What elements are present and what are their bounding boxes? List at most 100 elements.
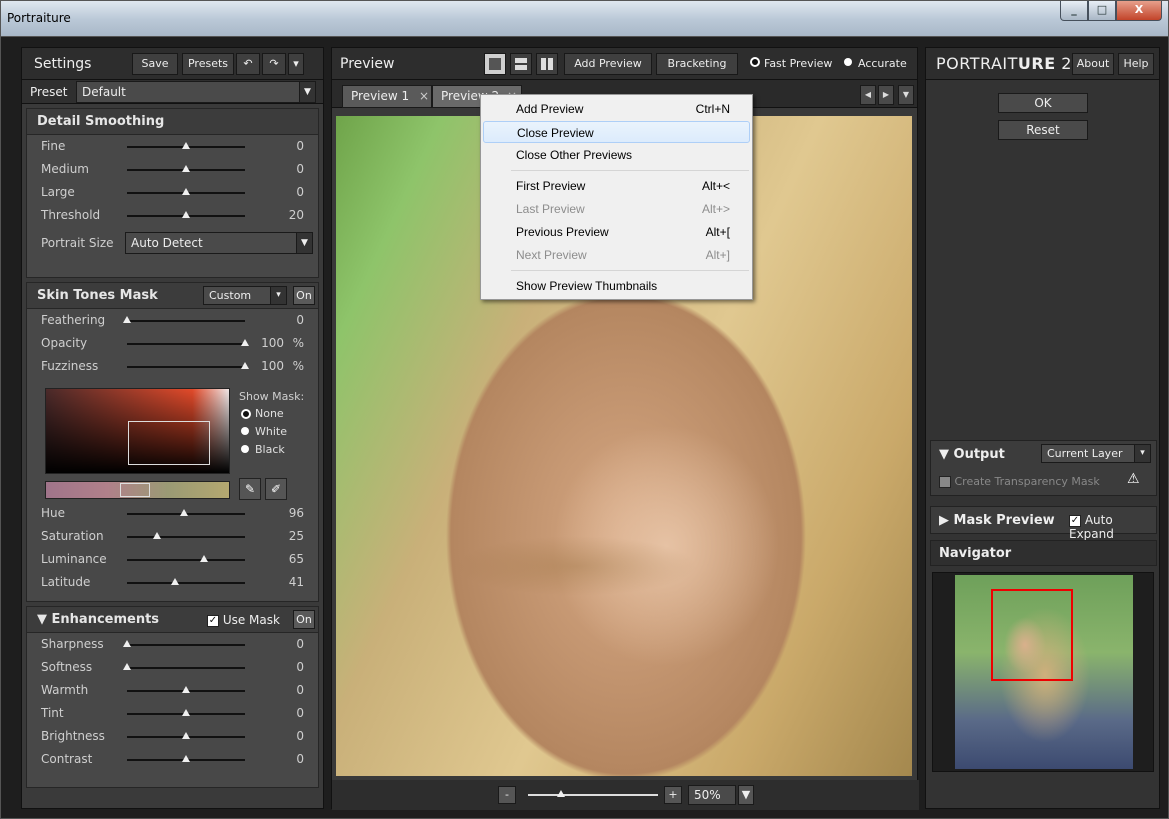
presets-button[interactable]: Presets: [182, 53, 234, 75]
slider-thumb[interactable]: [199, 555, 208, 562]
fast-preview-radio[interactable]: Fast Preview: [750, 57, 832, 70]
menu-item-add-preview[interactable]: Add Preview Ctrl+N: [483, 98, 750, 120]
ok-button[interactable]: OK: [998, 93, 1088, 113]
slider-track[interactable]: [127, 362, 249, 369]
mask-preview-title[interactable]: ▶ Mask Preview: [939, 513, 1055, 528]
slider-value[interactable]: 0: [264, 706, 304, 720]
slider-value[interactable]: 0: [264, 185, 304, 199]
menu-item-previous-preview[interactable]: Previous Preview Alt+[: [483, 221, 750, 243]
slider-thumb[interactable]: [123, 316, 131, 323]
navigator-viewport-rect[interactable]: [991, 589, 1073, 681]
slider-track[interactable]: [127, 755, 245, 762]
slider-value[interactable]: 0: [264, 313, 304, 327]
slider-value[interactable]: 20: [264, 208, 304, 222]
menu-item-first-preview[interactable]: First Preview Alt+<: [483, 175, 750, 197]
about-button[interactable]: About: [1072, 53, 1114, 75]
slider-value[interactable]: 0: [264, 752, 304, 766]
enhancements-on-toggle[interactable]: On: [293, 610, 315, 629]
bracketing-button[interactable]: Bracketing: [656, 53, 738, 75]
slider-thumb[interactable]: [123, 663, 131, 670]
redo-icon[interactable]: ↷: [262, 53, 286, 75]
slider-thumb[interactable]: [182, 732, 190, 739]
use-mask-checkbox[interactable]: ✓ Use Mask: [207, 613, 280, 627]
output-dropdown[interactable]: Current Layer ▾: [1041, 444, 1151, 463]
skin-mode-dropdown[interactable]: Custom ▾: [203, 286, 287, 305]
add-preview-button[interactable]: Add Preview: [564, 53, 652, 75]
tab-menu-icon[interactable]: ▼: [898, 85, 914, 105]
slider-track[interactable]: [123, 640, 245, 647]
slider-thumb[interactable]: [182, 686, 190, 693]
zoom-slider[interactable]: [528, 790, 658, 797]
zoom-out-button[interactable]: -: [498, 786, 516, 804]
skin-color-picker[interactable]: [45, 388, 230, 474]
menu-item-show-preview-thumbnails[interactable]: Show Preview Thumbnails: [483, 275, 750, 297]
slider-track[interactable]: [127, 339, 249, 346]
split-horizontal-icon[interactable]: [510, 53, 532, 75]
slider-thumb[interactable]: [182, 188, 190, 195]
tab-next-icon[interactable]: ▶: [878, 85, 894, 105]
help-button[interactable]: Help: [1118, 53, 1154, 75]
slider-track[interactable]: [127, 509, 245, 516]
accurate-radio[interactable]: Accurate: [844, 57, 907, 70]
slider-thumb[interactable]: [182, 755, 190, 762]
color-selection-box[interactable]: [128, 421, 210, 465]
hue-range-bar[interactable]: [45, 481, 230, 499]
save-button[interactable]: Save: [132, 53, 178, 75]
mask-radio-white[interactable]: White: [239, 425, 304, 439]
maximize-button[interactable]: □: [1088, 1, 1116, 21]
mask-radio-none[interactable]: None: [239, 407, 304, 421]
mask-radio-black[interactable]: Black: [239, 443, 304, 457]
menu-item-close-preview[interactable]: Close Preview: [483, 121, 750, 143]
slider-thumb[interactable]: [182, 709, 190, 716]
tab-prev-icon[interactable]: ◀: [860, 85, 876, 105]
slider-thumb[interactable]: [123, 640, 131, 647]
slider-track[interactable]: [127, 211, 245, 218]
history-dropdown-icon[interactable]: ▾: [288, 53, 304, 75]
slider-value[interactable]: 100: [244, 359, 284, 373]
navigator-view[interactable]: [932, 572, 1154, 772]
skin-mask-on-toggle[interactable]: On: [293, 286, 315, 305]
tab-preview-1[interactable]: Preview 1 ×: [342, 85, 432, 108]
split-vertical-icon[interactable]: [536, 53, 558, 75]
slider-thumb[interactable]: [171, 578, 180, 585]
slider-thumb[interactable]: [182, 142, 190, 149]
slider-value[interactable]: 25: [264, 529, 304, 543]
close-tab-icon[interactable]: ×: [419, 89, 429, 103]
slider-track[interactable]: [127, 709, 245, 716]
slider-value[interactable]: 100: [244, 336, 284, 350]
slider-value[interactable]: 0: [264, 637, 304, 651]
single-view-icon[interactable]: [484, 53, 506, 75]
slider-track[interactable]: [127, 686, 245, 693]
slider-thumb[interactable]: [182, 211, 190, 218]
slider-value[interactable]: 41: [264, 575, 304, 589]
slider-track[interactable]: [127, 165, 245, 172]
eyedropper-icon[interactable]: ✎: [239, 478, 261, 500]
slider-value[interactable]: 65: [264, 552, 304, 566]
slider-track[interactable]: [127, 732, 245, 739]
slider-value[interactable]: 0: [264, 139, 304, 153]
slider-track[interactable]: [127, 532, 245, 539]
slider-track[interactable]: [127, 142, 245, 149]
zoom-slider-thumb[interactable]: [556, 790, 565, 797]
transparency-mask-checkbox[interactable]: Create Transparency Mask: [939, 475, 1100, 488]
portrait-size-dropdown[interactable]: Auto Detect ▼: [125, 232, 313, 254]
menu-item-close-other-previews[interactable]: Close Other Previews: [483, 144, 750, 166]
zoom-in-button[interactable]: +: [664, 786, 682, 804]
slider-track[interactable]: [127, 188, 245, 195]
close-window-button[interactable]: X: [1116, 1, 1162, 21]
reset-button[interactable]: Reset: [998, 120, 1088, 140]
zoom-dropdown[interactable]: 50%: [688, 785, 736, 805]
slider-track[interactable]: [127, 555, 245, 562]
slider-value[interactable]: 0: [264, 683, 304, 697]
slider-thumb[interactable]: [182, 165, 190, 172]
slider-thumb[interactable]: [179, 509, 188, 516]
slider-value[interactable]: 96: [264, 506, 304, 520]
undo-icon[interactable]: ↶: [236, 53, 260, 75]
eyedropper-plus-icon[interactable]: ✐: [265, 478, 287, 500]
slider-track[interactable]: [123, 316, 245, 323]
minimize-button[interactable]: _: [1060, 1, 1088, 21]
slider-value[interactable]: 0: [264, 162, 304, 176]
slider-track[interactable]: [123, 663, 245, 670]
slider-value[interactable]: 0: [264, 729, 304, 743]
hue-selection-box[interactable]: [120, 483, 150, 497]
